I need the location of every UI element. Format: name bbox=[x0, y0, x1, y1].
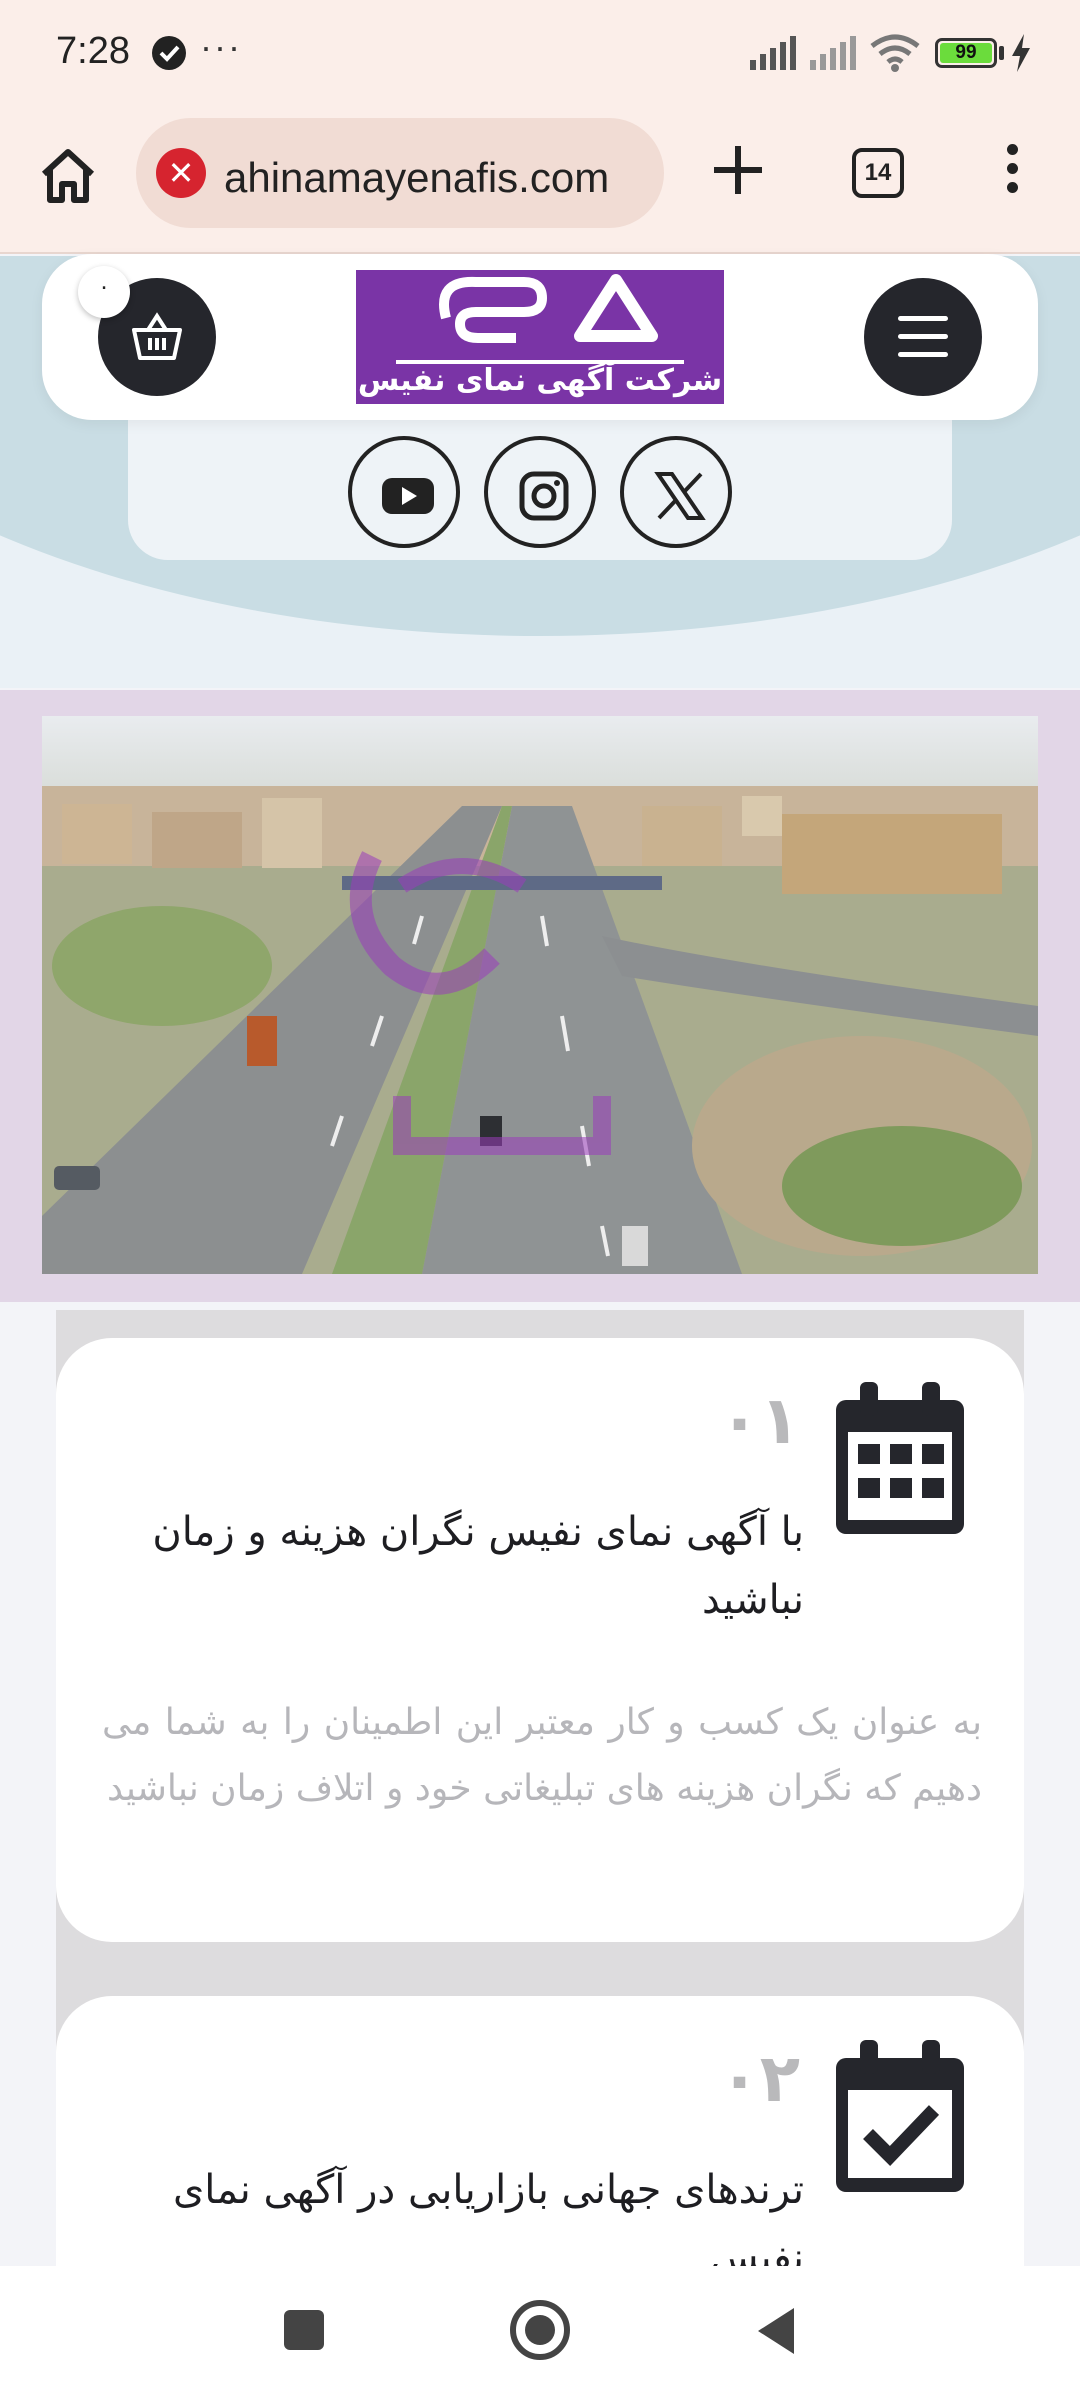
youtube-icon bbox=[382, 478, 434, 514]
youtube-button[interactable] bbox=[348, 436, 460, 548]
logo-mark bbox=[439, 274, 658, 343]
not-secure-icon[interactable]: ✕ bbox=[156, 148, 206, 198]
city-aerial-photo bbox=[42, 716, 1038, 1274]
back-icon[interactable] bbox=[754, 2306, 798, 2356]
new-tab-plus-icon[interactable] bbox=[708, 140, 768, 200]
status-time: 7:28 bbox=[56, 30, 130, 72]
logo-text: شرکت آگهی نمای نفیس bbox=[357, 363, 723, 398]
basket-icon bbox=[132, 312, 182, 360]
instagram-button[interactable] bbox=[484, 436, 596, 548]
shield-check-icon bbox=[152, 36, 186, 70]
x-twitter-icon bbox=[654, 472, 706, 520]
battery-icon: 99 bbox=[935, 38, 997, 68]
more-dots-icon: ··· bbox=[200, 26, 242, 67]
x-twitter-button[interactable] bbox=[620, 436, 732, 548]
feature-card-1: ۰۱ با آگهی نمای نفیس نگران هزینه و زمان … bbox=[56, 1338, 1024, 1942]
city-aerial-illustration bbox=[42, 716, 1038, 1274]
home-nav-icon[interactable] bbox=[510, 2300, 570, 2360]
battery-level: 99 bbox=[940, 43, 992, 63]
menu-dots-icon[interactable] bbox=[1000, 144, 1024, 208]
wifi-icon bbox=[870, 34, 920, 72]
calendar-icon bbox=[836, 1382, 964, 1534]
recents-icon[interactable] bbox=[284, 2310, 324, 2350]
site-logo[interactable]: شرکت آگهی نمای نفیس bbox=[356, 270, 724, 404]
instagram-icon bbox=[519, 471, 569, 521]
charging-bolt-icon bbox=[1012, 34, 1030, 72]
feature-number: ۰۲ bbox=[719, 2040, 800, 2117]
system-nav-bar bbox=[0, 2266, 1080, 2400]
browser-toolbar: ✕ ahinamayenafis.com 14 bbox=[0, 108, 1080, 254]
calendar-check-icon bbox=[836, 2040, 964, 2192]
cart-count-badge: ۰ bbox=[78, 266, 130, 318]
tabs-button[interactable]: 14 bbox=[852, 148, 904, 198]
feature-title: با آگهی نمای نفیس نگران هزینه و زمان نبا… bbox=[152, 1509, 804, 1623]
status-bar: 7:28 ··· 99 bbox=[0, 0, 1080, 108]
feature-description: به عنوان یک کسب و کار معتبر این اطمینان … bbox=[102, 1702, 982, 1809]
signal-icon bbox=[810, 36, 856, 70]
feature-number: ۰۱ bbox=[719, 1382, 800, 1459]
signal-icon bbox=[750, 36, 796, 70]
hamburger-menu-button[interactable] bbox=[864, 278, 982, 396]
url-text[interactable]: ahinamayenafis.com bbox=[224, 154, 654, 202]
home-icon[interactable] bbox=[36, 144, 100, 208]
address-bar[interactable]: ✕ ahinamayenafis.com bbox=[136, 118, 664, 228]
battery-nub bbox=[999, 46, 1004, 60]
